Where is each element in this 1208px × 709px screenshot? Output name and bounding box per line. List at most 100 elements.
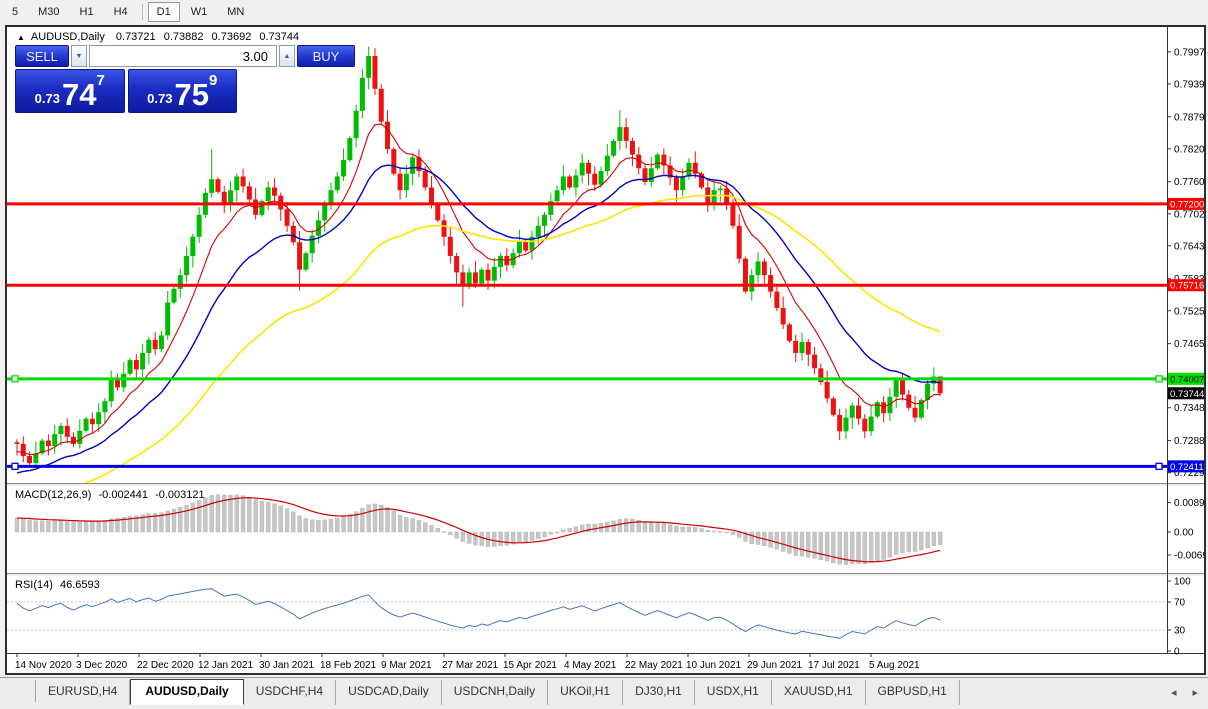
macd-indicator-label: MACD(12,26,9) -0.002441 -0.003121	[15, 489, 209, 501]
buy-price-box[interactable]: 0.73 75 9	[127, 69, 237, 113]
timeframe-h4[interactable]: H4	[105, 2, 137, 22]
macd-histogram-bar	[435, 528, 440, 533]
sell-price-pip: 7	[96, 72, 105, 89]
chart-tab-usdx-h1[interactable]: USDX,H1	[695, 680, 772, 705]
sell-price-box[interactable]: 0.73 74 7	[15, 69, 125, 113]
candle-body	[108, 378, 114, 402]
chart-canvas[interactable]: 0.79975 0.79390 0.78790 0.78205 0.77605 0.770…	[7, 27, 1204, 673]
macd-histogram-bar	[291, 511, 296, 533]
chart-tab-xauusd-h1[interactable]: XAUUSD,H1	[772, 680, 866, 705]
support-line-0740-right-handle[interactable]	[1155, 375, 1163, 383]
candle-body	[868, 416, 874, 432]
rsi-name: RSI(14)	[15, 579, 53, 591]
chart-tab-dj30-h1[interactable]: DJ30,H1	[623, 680, 695, 705]
tab-scroll-right-icon[interactable]: ▸	[1192, 686, 1198, 699]
chart-tab-usdchf-h4[interactable]: USDCHF,H4	[244, 680, 337, 705]
candle-body	[686, 162, 692, 177]
timeframe-5[interactable]: 5	[3, 2, 27, 22]
tab-scroll-left-icon[interactable]: ◂	[1171, 686, 1177, 699]
macd-histogram-bar	[523, 531, 528, 543]
macd-histogram-bar	[787, 531, 792, 554]
lower-support-price-chip[interactable]: 0.72411	[1168, 460, 1204, 473]
candle-body	[140, 352, 146, 370]
macd-histogram-bar	[178, 507, 183, 533]
rsi-indicator-label: RSI(14) 46.6593	[15, 579, 104, 591]
timeframe-d1[interactable]: D1	[147, 2, 180, 22]
candle-body	[152, 339, 158, 350]
support-line-0740-left-handle[interactable]	[11, 375, 19, 383]
candle-body	[435, 203, 441, 221]
rsi-tick-label: 70	[1174, 598, 1186, 609]
chart-tab-eurusd-h4[interactable]: EURUSD,H4	[36, 680, 131, 705]
candle-body	[14, 442, 20, 444]
date-tick-label: 3 Dec 2020	[76, 660, 128, 671]
price-tick-label: 0.74650	[1174, 339, 1204, 350]
tabs-container: EURUSD,H4 AUDUSD,Daily USDCHF,H4 USDCAD,Dai…	[36, 678, 960, 705]
macd-histogram-bar	[611, 520, 616, 533]
price-pane	[7, 46, 1167, 483]
candle-body	[535, 225, 541, 237]
candle-body	[328, 190, 334, 204]
resistance-1-price-chip[interactable]: 0.77200	[1168, 197, 1204, 211]
macd-histogram-bar	[718, 531, 723, 533]
macd-histogram-bar	[799, 531, 805, 557]
candle-body	[824, 381, 830, 399]
timeframe-w1[interactable]: W1	[182, 2, 217, 22]
candle-body	[240, 176, 246, 187]
candle-body	[812, 354, 818, 369]
macd-histogram-bar	[247, 497, 252, 533]
toolbar-separator	[141, 4, 143, 20]
candle-body	[491, 266, 497, 281]
candle-body	[592, 173, 598, 185]
macd-histogram-bar	[347, 514, 353, 533]
chart-tab-ukoil-h1[interactable]: UKOil,H1	[548, 680, 624, 705]
timeframe-mn[interactable]: MN	[218, 2, 253, 22]
support-line-0724-right-handle[interactable]	[1155, 462, 1163, 470]
candle-body	[127, 360, 133, 374]
macd-histogram-bar	[322, 519, 327, 533]
chart-tab-gbpusd-h1[interactable]: GBPUSD,H1	[866, 680, 960, 705]
collapse-arrow-icon[interactable]: ▲	[17, 33, 25, 42]
candle-body	[391, 149, 397, 174]
buy-button[interactable]: BUY	[297, 45, 355, 67]
support-line-0724-left-handle[interactable]	[11, 462, 19, 470]
macd-histogram-bar	[542, 531, 547, 537]
support-line-price-chip[interactable]: 0.74007	[1168, 372, 1204, 386]
candle-body	[271, 187, 277, 196]
candle-body	[146, 339, 152, 353]
candle-body	[749, 275, 755, 292]
macd-histogram-bar	[737, 531, 742, 538]
last-price-chip[interactable]: 0.73744	[1168, 387, 1204, 400]
volume-decrease-button[interactable]: ▼	[71, 45, 87, 67]
candle-body	[102, 401, 108, 413]
macd-histogram-bar	[693, 527, 698, 533]
candle-body	[454, 255, 460, 273]
chart-tab-usdcnh-daily[interactable]: USDCNH,Daily	[442, 680, 549, 705]
sell-button[interactable]: SELL	[15, 45, 69, 67]
timeframe-m30[interactable]: M30	[29, 2, 68, 22]
volume-input[interactable]	[89, 45, 277, 67]
candle-body	[579, 162, 585, 176]
macd-histogram-bar	[661, 523, 667, 533]
buy-price-big: 75	[174, 77, 209, 113]
candle-body	[617, 127, 623, 141]
chart-tab-usdcad-daily[interactable]: USDCAD,Daily	[336, 680, 442, 705]
resistance-2-price-chip[interactable]: 0.75716	[1168, 279, 1204, 292]
macd-histogram-bar	[184, 504, 189, 533]
macd-histogram-bar	[272, 503, 277, 533]
macd-histogram-bar	[887, 531, 893, 558]
price-tick-label: 0.77020	[1174, 209, 1204, 220]
candle-body	[786, 324, 792, 341]
volume-increase-button[interactable]: ▲	[279, 45, 295, 67]
macd-histogram-bar	[266, 501, 271, 533]
date-tick-label: 22 Dec 2020	[137, 660, 194, 671]
price-tick-label: 0.76435	[1174, 241, 1204, 252]
date-tick-label: 30 Jan 2021	[259, 660, 314, 671]
chart-tab-audusd-daily[interactable]: AUDUSD,Daily	[130, 679, 244, 705]
candle-body	[623, 127, 629, 141]
macd-histogram-bar	[900, 531, 905, 554]
candle-body	[158, 335, 164, 350]
timeframe-h1[interactable]: H1	[71, 2, 103, 22]
candle-body	[290, 225, 296, 243]
candle-body	[780, 308, 786, 325]
